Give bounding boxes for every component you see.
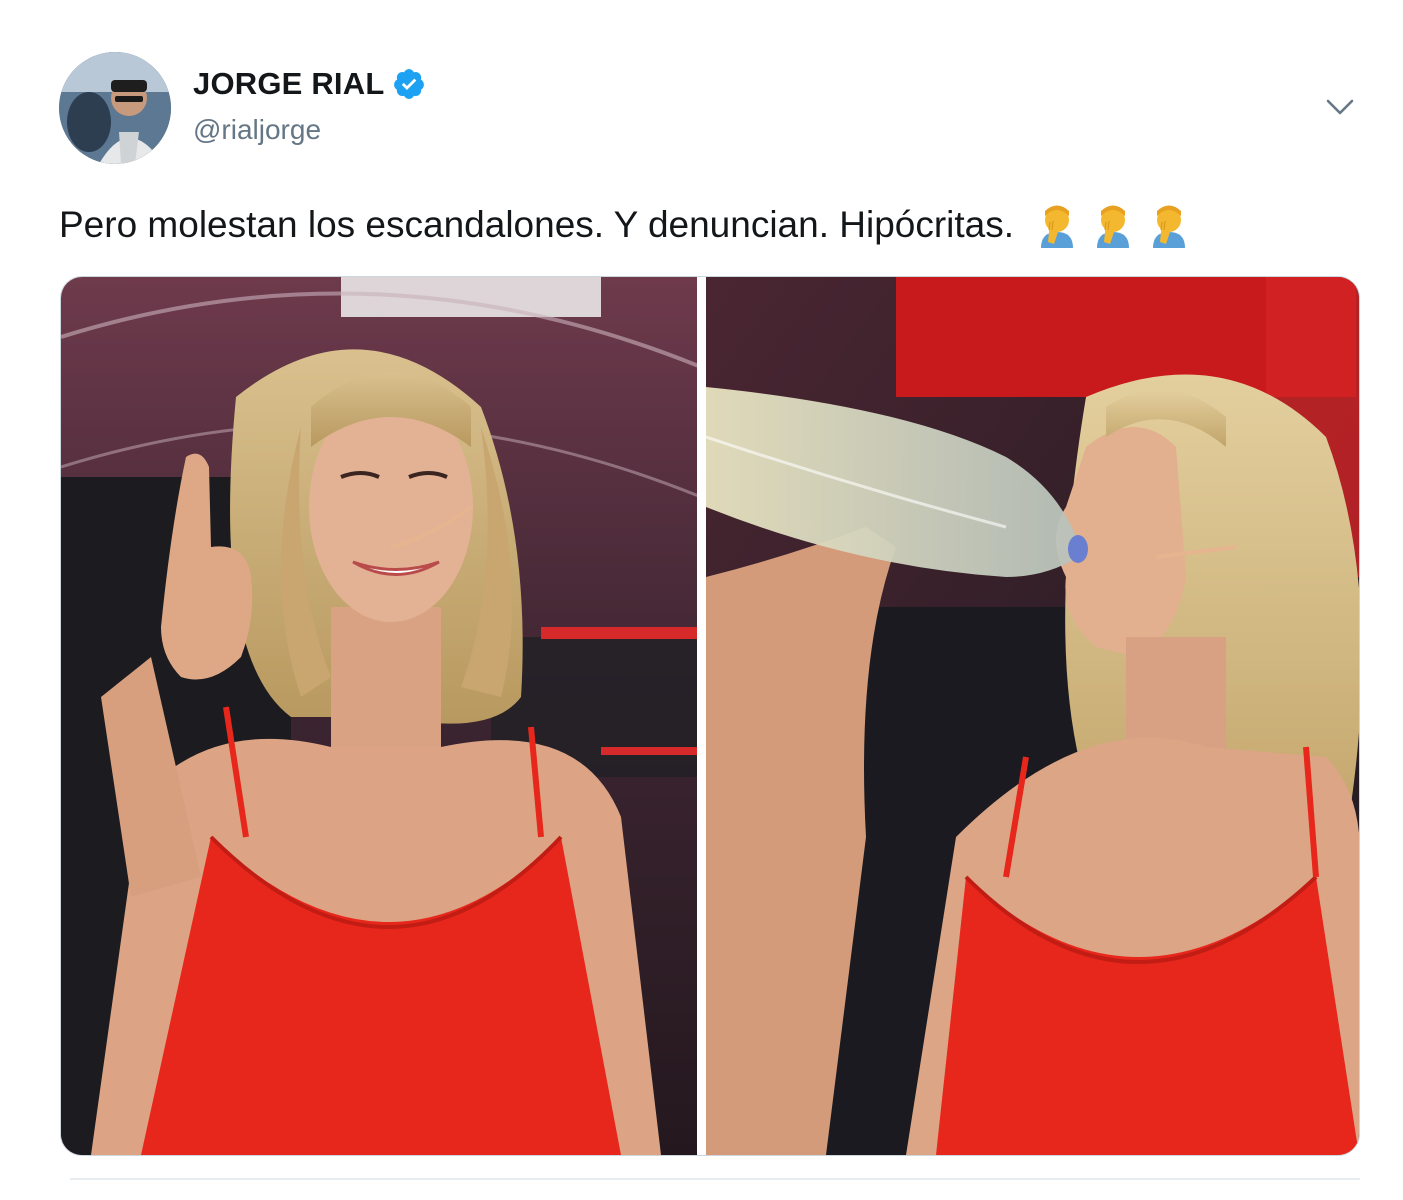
tweet-card: JORGE RIAL @rialjorge Pero molestan los … <box>0 0 1403 1200</box>
facepalm-icon <box>1041 205 1074 248</box>
facepalm-icon <box>1097 205 1130 248</box>
photo-right[interactable] <box>706 277 1359 1155</box>
photo-left[interactable] <box>61 277 697 1155</box>
tweet-text: Pero molestan los escandalones. Y denunc… <box>59 202 1190 248</box>
author-name-row: JORGE RIAL <box>193 66 426 102</box>
tweet-text-content: Pero molestan los escandalones. Y denunc… <box>59 204 1015 245</box>
emoji-group <box>1036 202 1190 248</box>
facepalm-icon <box>1153 205 1186 248</box>
chevron-down-icon[interactable] <box>1322 92 1358 122</box>
display-name[interactable]: JORGE RIAL <box>193 66 384 102</box>
card-divider <box>70 1178 1360 1180</box>
avatar[interactable] <box>59 52 171 164</box>
avatar-image <box>59 52 171 164</box>
username-handle[interactable]: @rialjorge <box>193 114 321 146</box>
verified-badge-icon <box>392 67 426 101</box>
media-grid <box>60 276 1360 1156</box>
